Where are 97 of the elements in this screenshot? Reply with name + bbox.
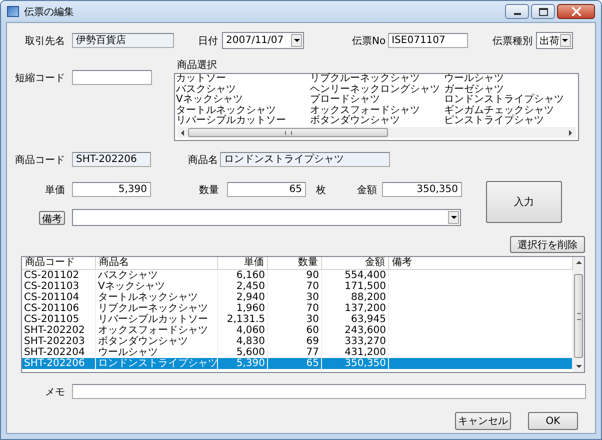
list-item[interactable]: オックスフォードシャツ: [310, 106, 444, 116]
column-header[interactable]: 金額: [322, 257, 389, 269]
cancel-button[interactable]: キャンセル: [455, 412, 511, 430]
table-cell: ボタンダウンシャツ: [96, 336, 218, 347]
text-field[interactable]: ISE071107: [388, 33, 468, 48]
field-label: 金額: [357, 184, 377, 196]
table-cell: 5,390: [218, 358, 268, 369]
table-cell: 2,450: [218, 281, 268, 292]
vertical-scrollbar[interactable]: [573, 257, 584, 372]
table-cell: 69: [268, 336, 322, 347]
table-cell: 30: [268, 292, 322, 303]
table-cell: 137,200: [322, 303, 389, 314]
table-cell: 171,500: [322, 281, 389, 292]
table-cell: 554,400: [322, 270, 389, 281]
text-field[interactable]: 65: [227, 182, 306, 197]
table-cell: 70: [268, 281, 322, 292]
type-dropdown[interactable]: 出荷: [536, 32, 573, 49]
list-item[interactable]: Vネックシャツ: [176, 95, 310, 106]
list-item[interactable]: ピンストライプシャツ: [444, 116, 578, 127]
table-cell: バスクシャツ: [96, 270, 218, 281]
table-cell: タートルネックシャツ: [96, 292, 218, 303]
table-cell: 90: [268, 270, 322, 281]
unit-label: 枚: [316, 184, 327, 196]
table-cell: 70: [268, 303, 322, 314]
enter-button[interactable]: 入力: [486, 181, 562, 223]
table-cell: CS-201104: [22, 292, 96, 303]
table-cell: CS-201106: [22, 303, 96, 314]
app-icon: [7, 6, 19, 17]
table-cell: 65: [268, 358, 322, 369]
text-field[interactable]: 350,350: [382, 182, 462, 197]
field-label: 取引先名: [24, 34, 65, 48]
table-cell: CS-201102: [22, 270, 96, 281]
list-item[interactable]: バスクシャツ: [176, 84, 310, 96]
field-label: 単価: [44, 184, 65, 196]
table-cell: 6,160: [218, 270, 268, 281]
table-cell: オックスフォードシャツ: [96, 325, 218, 336]
table-cell: 88,200: [322, 292, 389, 303]
list-item[interactable]: ロンドンストライプシャツ: [444, 95, 578, 106]
table-cell: SHT-202203: [22, 336, 96, 347]
field-label: 短縮コード: [14, 72, 65, 84]
table-cell: 2,131.5: [218, 314, 268, 325]
maximize-button[interactable]: [531, 4, 555, 19]
list-item[interactable]: リバーシブルカットソー: [176, 116, 310, 127]
table-cell: 243,600: [322, 325, 389, 336]
table-cell: リブクルーネックシャツ: [96, 303, 218, 314]
text-field[interactable]: [72, 70, 152, 85]
table-cell: 30: [268, 314, 322, 325]
table-cell: 333,270: [322, 336, 389, 347]
column-header[interactable]: 商品コード: [22, 257, 96, 269]
field-label: 商品名: [188, 154, 218, 166]
table-cell: 63,945: [322, 314, 389, 325]
table-cell: 4,830: [218, 336, 268, 347]
table-cell: SHT-202202: [22, 325, 96, 336]
field-label: 数量: [199, 184, 219, 196]
table-cell: 2,940: [218, 292, 268, 303]
table-row[interactable]: SHT-202206 ロンドンストライプシャツ 5,390 65 350,350: [22, 358, 573, 369]
table-cell: 350,350: [322, 358, 389, 369]
list-item[interactable]: タートルネックシャツ: [176, 106, 310, 116]
window-title: 伝票の編集: [24, 6, 74, 18]
list-item[interactable]: ヘンリーネックロングシャツ: [310, 84, 444, 96]
column-header[interactable]: 数量: [268, 257, 322, 269]
field-label: 日付: [198, 34, 218, 48]
field-label: 伝票No: [352, 34, 386, 48]
field-label: 商品選択: [177, 58, 218, 72]
list-item[interactable]: リブクルーネックシャツ: [310, 74, 444, 85]
product-listbox[interactable]: カットソー バスクシャツ Vネックシャツ タートルネックシャツ リバーシブルカットソー リブクルーネックシャツ ヘンリーネックロングシャツ ブロードシャツ オックスフォードシャツ ボタンダウンシャツ ウールシャツ ガーゼシャツ ロンドンストライプシャツ ギンガムチェックシャツ ピンストライプシャツ: [174, 73, 579, 141]
minimize-button[interactable]: [505, 4, 529, 19]
close-button[interactable]: [557, 4, 595, 19]
date-dropdown[interactable]: 2007/11/07: [222, 32, 304, 49]
remarks-button[interactable]: 備考: [39, 210, 65, 224]
memo-field[interactable]: [72, 384, 586, 399]
list-item[interactable]: カットソー: [176, 74, 310, 85]
table-cell: ロンドンストライプシャツ: [96, 358, 218, 369]
table-cell: 4,060: [218, 325, 268, 336]
column-header[interactable]: 単価: [218, 257, 268, 269]
field-label: 商品コード: [14, 154, 65, 166]
table-cell: CS-201105: [22, 314, 96, 325]
horizontal-scrollbar[interactable]: [177, 127, 576, 138]
ok-button[interactable]: OK: [528, 412, 578, 430]
column-header[interactable]: 商品名: [96, 257, 218, 269]
delete-row-button[interactable]: 選択行を削除: [510, 236, 585, 253]
list-item[interactable]: ボタンダウンシャツ: [310, 116, 444, 127]
text-field[interactable]: ロンドンストライプシャツ: [220, 152, 390, 167]
remarks-dropdown[interactable]: [72, 209, 461, 226]
text-field[interactable]: SHT-202206: [72, 152, 151, 167]
list-item[interactable]: ブロードシャツ: [310, 95, 444, 106]
table-cell: 60: [268, 325, 322, 336]
text-field[interactable]: 伊勢百貨店: [72, 33, 174, 48]
field-label: 伝票種別: [492, 34, 533, 48]
table-cell: リバーシブルカットソー: [96, 314, 218, 325]
text-field[interactable]: 5,390: [72, 182, 151, 197]
list-item[interactable]: ウールシャツ: [444, 74, 578, 85]
table-cell: CS-201103: [22, 281, 96, 292]
table-cell: 1,960: [218, 303, 268, 314]
field-label: メモ: [44, 386, 65, 398]
table-cell: Vネックシャツ: [96, 281, 218, 292]
table-cell: SHT-202206: [22, 358, 96, 369]
